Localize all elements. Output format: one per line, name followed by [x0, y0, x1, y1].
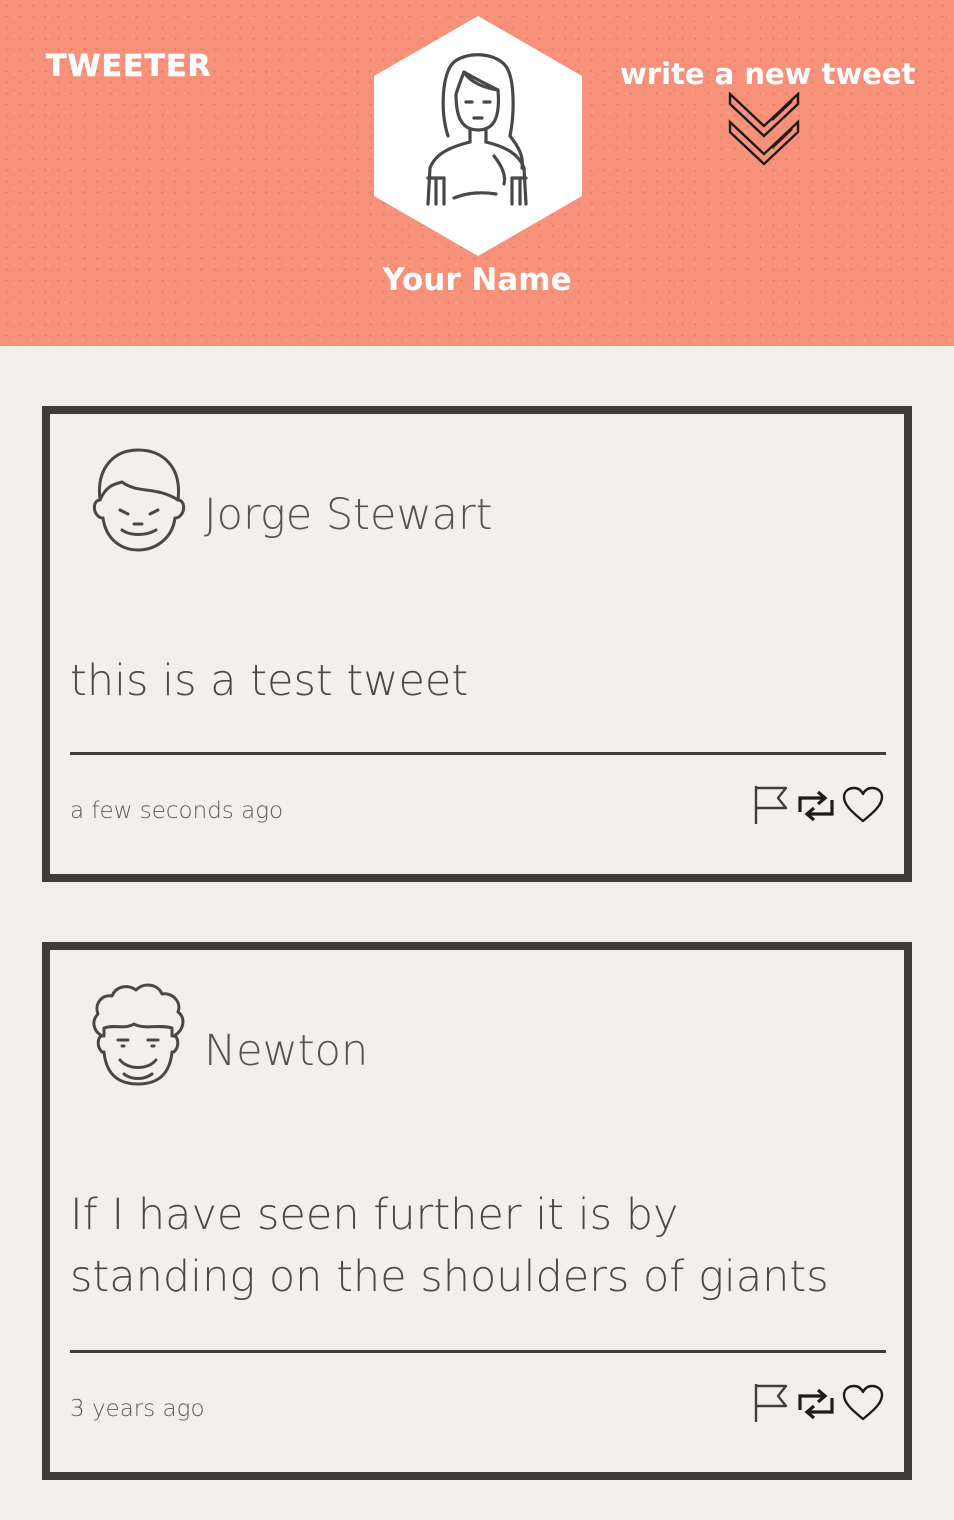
tweet-timestamp: 3 years ago	[70, 1396, 205, 1422]
flag-icon[interactable]	[752, 1382, 790, 1428]
divider	[70, 752, 886, 755]
flag-icon[interactable]	[752, 784, 790, 830]
tweet-actions	[752, 784, 888, 828]
compose-label[interactable]: write a new tweet	[620, 56, 915, 92]
smiling-face-icon	[92, 448, 186, 552]
divider	[70, 1350, 886, 1353]
user-avatar-icon	[374, 16, 582, 256]
tweet-card: Jorge Stewart this is a test tweet a few…	[42, 406, 912, 882]
tweet-author[interactable]: Jorge Stewart	[204, 490, 493, 540]
retweet-icon[interactable]	[796, 790, 836, 826]
page-header: TWEETER Your Name write a new tweet	[0, 0, 954, 346]
tweet-actions	[752, 1382, 888, 1426]
compose-button[interactable]: write a new tweet	[620, 56, 915, 166]
retweet-icon[interactable]	[796, 1388, 836, 1424]
tweet-text: this is a test tweet	[70, 656, 469, 706]
tweet-author[interactable]: Newton	[204, 1026, 368, 1076]
curly-hair-face-icon	[92, 983, 185, 1086]
tweet-text: If I have seen further it is by standing…	[70, 1190, 829, 1302]
brand-logo[interactable]: TWEETER	[46, 51, 212, 82]
avatar	[84, 980, 192, 1088]
tweet-timestamp: a few seconds ago	[70, 798, 284, 824]
avatar	[84, 444, 192, 552]
profile-avatar	[374, 16, 582, 256]
user-name: Your Name	[382, 262, 572, 298]
heart-icon[interactable]	[842, 786, 884, 828]
tweet-card: Newton If I have seen further it is by s…	[42, 942, 912, 1480]
double-chevron-down-icon[interactable]	[728, 91, 800, 176]
heart-icon[interactable]	[842, 1384, 884, 1426]
